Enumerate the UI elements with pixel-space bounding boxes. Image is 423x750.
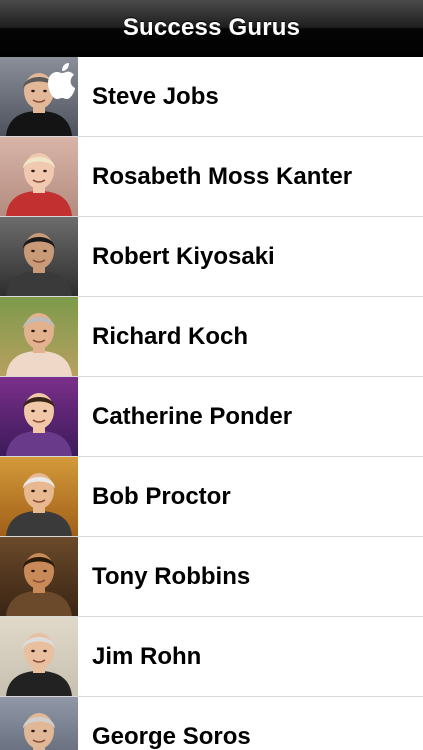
portrait-image xyxy=(0,617,78,696)
gurus-list[interactable]: Steve Jobs Rosabeth Moss Kanter Robert K… xyxy=(0,57,423,750)
portrait-image xyxy=(0,57,78,136)
list-item[interactable]: Bob Proctor xyxy=(0,457,423,537)
list-item[interactable]: George Soros xyxy=(0,697,423,750)
guru-name: Robert Kiyosaki xyxy=(92,242,275,270)
guru-name: Tony Robbins xyxy=(92,562,251,590)
portrait-image xyxy=(0,297,78,376)
portrait-image xyxy=(0,457,78,536)
avatar xyxy=(0,297,78,376)
list-item[interactable]: Jim Rohn xyxy=(0,617,423,697)
screen: Success Gurus Steve Jobs Rosabeth Moss K… xyxy=(0,0,423,750)
portrait-image xyxy=(0,217,78,296)
list-item[interactable]: Rosabeth Moss Kanter xyxy=(0,137,423,217)
avatar xyxy=(0,457,78,536)
list-item[interactable]: Catherine Ponder xyxy=(0,377,423,457)
list-item[interactable]: Robert Kiyosaki xyxy=(0,217,423,297)
list-item[interactable]: Tony Robbins xyxy=(0,537,423,617)
guru-name: Steve Jobs xyxy=(92,82,219,110)
guru-name: Catherine Ponder xyxy=(92,402,293,430)
avatar xyxy=(0,617,78,696)
portrait-image xyxy=(0,137,78,216)
list-item[interactable]: Richard Koch xyxy=(0,297,423,377)
guru-name: George Soros xyxy=(92,722,251,750)
avatar xyxy=(0,697,78,750)
avatar xyxy=(0,377,78,456)
portrait-image xyxy=(0,537,78,616)
navbar-title: Success Gurus xyxy=(122,14,301,41)
guru-name: Richard Koch xyxy=(92,322,249,350)
guru-name: Rosabeth Moss Kanter xyxy=(92,162,353,190)
list-item[interactable]: Steve Jobs xyxy=(0,57,423,137)
avatar xyxy=(0,57,78,136)
avatar xyxy=(0,217,78,296)
avatar xyxy=(0,137,78,216)
guru-name: Jim Rohn xyxy=(92,642,202,670)
avatar xyxy=(0,537,78,616)
guru-name: Bob Proctor xyxy=(92,482,231,510)
navigation-bar: Success Gurus xyxy=(0,0,423,57)
portrait-image xyxy=(0,377,78,456)
portrait-image xyxy=(0,697,78,750)
